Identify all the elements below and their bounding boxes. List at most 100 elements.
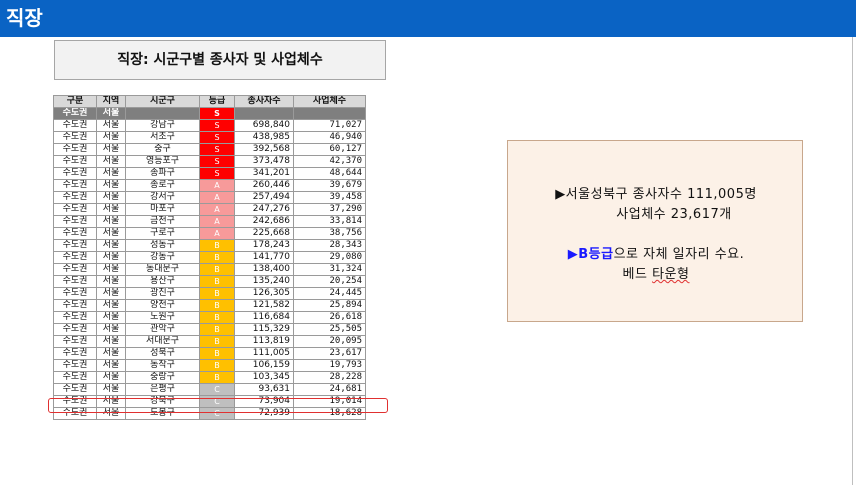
cell-grade: B <box>199 287 235 300</box>
column-header: 종사자수 <box>234 95 294 108</box>
note-line-employees: ▶서울성북구 종사자수 111,005명 <box>555 187 757 202</box>
cell-businesses: 28,228 <box>293 371 366 384</box>
cell-grade: A <box>199 179 235 192</box>
cell-businesses: 48,644 <box>293 167 366 180</box>
cell-grade: S <box>199 119 235 132</box>
cell-sgg: 동대문구 <box>125 263 200 276</box>
column-header: 구분 <box>53 95 97 108</box>
cell-gu: 수도권 <box>53 335 97 348</box>
cell-businesses: 42,370 <box>293 155 366 168</box>
table-row: 수도권 서울 중랑구 B 103,345 28,228 <box>53 371 366 384</box>
cell-businesses: 19,793 <box>293 359 366 372</box>
cell-region: 서울 <box>96 119 126 132</box>
cell-businesses: 26,618 <box>293 311 366 324</box>
cell-employees: 698,840 <box>234 119 294 132</box>
cell-businesses: 31,324 <box>293 263 366 276</box>
cell-gu: 수도권 <box>53 239 97 252</box>
note-grade-emphasis: ▶B등급 <box>567 247 614 262</box>
cell-region: 서울 <box>96 143 126 156</box>
cell-employees: 373,478 <box>234 155 294 168</box>
cell-grade: S <box>199 143 235 156</box>
cell-gu: 수도권 <box>53 227 97 240</box>
cell-gu: 수도권 <box>53 347 97 360</box>
cell-sgg: 강남구 <box>125 119 200 132</box>
cell-employees: 93,631 <box>234 383 294 396</box>
cell-employees: 135,240 <box>234 275 294 288</box>
cell-grade: B <box>199 371 235 384</box>
cell-sgg: 노원구 <box>125 311 200 324</box>
cell-businesses: 25,894 <box>293 299 366 312</box>
cell-grade: B <box>199 263 235 276</box>
cell-sgg: 동작구 <box>125 359 200 372</box>
cell-region: 서울 <box>96 383 126 396</box>
cell-sgg: 관악구 <box>125 323 200 336</box>
table-row: 수도권 서울 송파구 S 341,201 48,644 <box>53 167 366 180</box>
cell-region: 서울 <box>96 155 126 168</box>
table-row: 수도권 서울 구로구 A 225,668 38,756 <box>53 227 366 240</box>
table-row: 수도권 서울 용산구 B 135,240 20,254 <box>53 275 366 288</box>
cell-region: 서울 <box>96 335 126 348</box>
table-row: 수도권 서울 중구 S 392,568 60,127 <box>53 143 366 156</box>
column-header: 등급 <box>199 95 235 108</box>
cell-gu: 수도권 <box>53 299 97 312</box>
table-row: 수도권 서울 서대문구 B 113,819 20,095 <box>53 335 366 348</box>
cell-region: 서울 <box>96 347 126 360</box>
cell-grade: S <box>199 155 235 168</box>
cell-sgg: 구로구 <box>125 227 200 240</box>
cell-gu: 수도권 <box>53 215 97 228</box>
cell-sgg: 양천구 <box>125 299 200 312</box>
cell-businesses: 38,756 <box>293 227 366 240</box>
table-row: 수도권 서울 종로구 A 260,446 39,679 <box>53 179 366 192</box>
table-row: 수도권 서울 관악구 B 115,329 25,505 <box>53 323 366 336</box>
cell-grade: B <box>199 335 235 348</box>
cell-gu: 수도권 <box>53 143 97 156</box>
cell-grade: B <box>199 299 235 312</box>
cell-employees: 113,819 <box>234 335 294 348</box>
cell-region: 서울 <box>96 179 126 192</box>
column-header: 사업체수 <box>293 95 366 108</box>
cell-grade: B <box>199 359 235 372</box>
cell-gu: 수도권 <box>53 107 97 120</box>
cell-gu: 수도권 <box>53 179 97 192</box>
table-row: 수도권 서울 강서구 A 257,494 39,458 <box>53 191 366 204</box>
cell-employees: 141,770 <box>234 251 294 264</box>
cell-businesses: 20,254 <box>293 275 366 288</box>
cell-sgg: 성동구 <box>125 239 200 252</box>
cell-businesses: 39,458 <box>293 191 366 204</box>
cell-sgg: 강서구 <box>125 191 200 204</box>
cell-region: 서울 <box>96 275 126 288</box>
cell-gu: 수도권 <box>53 131 97 144</box>
table-row: 수도권 서울 금천구 A 242,686 33,814 <box>53 215 366 228</box>
table-row: 수도권 서울 광진구 B 126,305 24,445 <box>53 287 366 300</box>
cell-grade: B <box>199 251 235 264</box>
cell-businesses: 29,080 <box>293 251 366 264</box>
cell-employees: 138,400 <box>234 263 294 276</box>
cell-grade: A <box>199 227 235 240</box>
cell-employees: 438,985 <box>234 131 294 144</box>
cell-businesses: 71,027 <box>293 119 366 132</box>
cell-grade: A <box>199 191 235 204</box>
note-bedtown-prefix: 베드 <box>622 267 653 282</box>
cell-employees: 242,686 <box>234 215 294 228</box>
cell-region: 서울 <box>96 371 126 384</box>
cell-employees: 116,684 <box>234 311 294 324</box>
cell-gu: 수도권 <box>53 167 97 180</box>
cell-businesses: 39,679 <box>293 179 366 192</box>
cell-employees <box>234 107 294 120</box>
cell-sgg: 종로구 <box>125 179 200 192</box>
cell-employees: 260,446 <box>234 179 294 192</box>
cell-region: 서울 <box>96 167 126 180</box>
table-row: 수도권 서울 마포구 A 247,276 37,290 <box>53 203 366 216</box>
cell-businesses: 28,343 <box>293 239 366 252</box>
cell-sgg: 영등포구 <box>125 155 200 168</box>
cell-gu: 수도권 <box>53 287 97 300</box>
cell-employees: 341,201 <box>234 167 294 180</box>
cell-gu: 수도권 <box>53 191 97 204</box>
note-line-bedtown: 베드 타운형 <box>508 263 804 282</box>
cell-region: 서울 <box>96 323 126 336</box>
cell-sgg: 중랑구 <box>125 371 200 384</box>
table-row: 수도권 서울 동대문구 B 138,400 31,324 <box>53 263 366 276</box>
cell-employees: 247,276 <box>234 203 294 216</box>
cell-gu: 수도권 <box>53 383 97 396</box>
cell-region: 서울 <box>96 227 126 240</box>
